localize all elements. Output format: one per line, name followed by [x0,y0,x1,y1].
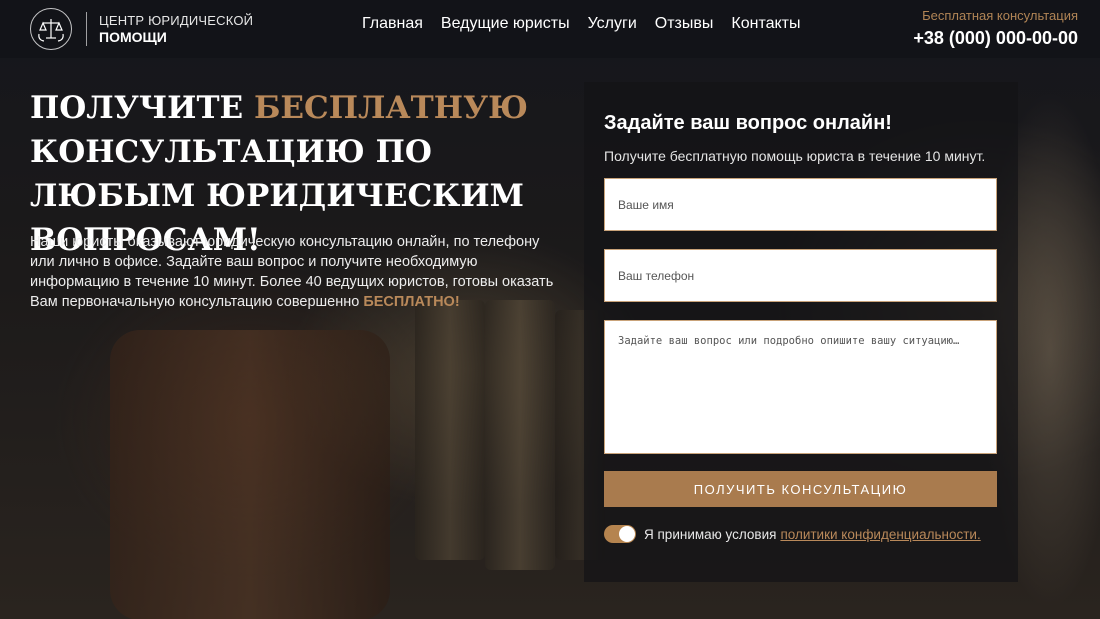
header-contact: Бесплатная консультация +38 (000) 000-00… [913,8,1078,50]
nav-link-lawyers[interactable]: Ведущие юристы [441,14,570,34]
contact-label: Бесплатная консультация [922,8,1078,23]
hero-description-accent: БЕСПЛАТНО! [363,294,460,310]
logo-text: ЦЕНТР ЮРИДИЧЕСКОЙ ПОМОЩИ [99,12,253,46]
hero-description: Наши юристы оказывают юридическую консул… [30,232,560,312]
toggle-knob [619,526,635,542]
background-book [415,300,485,560]
nav-link-contacts[interactable]: Контакты [731,14,800,34]
privacy-consent: Я принимаю условия политики конфиденциал… [604,525,981,543]
question-textarea[interactable] [604,320,997,454]
name-input[interactable] [604,178,997,231]
form-title: Задайте ваш вопрос онлайн! [604,112,892,134]
hero-title-part1: ПОЛУЧИТЕ [30,90,254,126]
background-book [110,330,390,619]
contact-phone[interactable]: +38 (000) 000-00-00 [913,26,1078,50]
logo[interactable]: ЦЕНТР ЮРИДИЧЕСКОЙ ПОМОЩИ [30,8,253,50]
nav-link-reviews[interactable]: Отзывы [655,14,714,34]
logo-line2: ПОМОЩИ [99,29,167,45]
consultation-form: Задайте ваш вопрос онлайн! Получите бесп… [584,82,1018,582]
logo-line1: ЦЕНТР ЮРИДИЧЕСКОЙ [99,13,254,28]
main-nav: Главная Ведущие юристы Услуги Отзывы Кон… [362,14,819,34]
hero-description-text: Наши юристы оказывают юридическую консул… [30,234,554,310]
logo-divider [86,12,87,46]
site-header: ЦЕНТР ЮРИДИЧЕСКОЙ ПОМОЩИ Главная Ведущие… [0,0,1100,58]
submit-button[interactable]: ПОЛУЧИТЬ КОНСУЛЬТАЦИЮ [604,471,997,507]
hero-title-accent: БЕСПЛАТНУЮ [253,90,529,126]
phone-input[interactable] [604,249,997,302]
privacy-policy-link[interactable]: политики конфиденциальности. [780,527,980,542]
background-book [485,300,555,570]
form-subtitle: Получите бесплатную помощь юриста в тече… [604,148,986,164]
consent-toggle[interactable] [604,525,636,543]
nav-link-services[interactable]: Услуги [588,14,637,34]
nav-link-home[interactable]: Главная [362,14,423,34]
scales-of-justice-icon [30,8,72,50]
consent-text: Я принимаю условия [644,526,777,542]
